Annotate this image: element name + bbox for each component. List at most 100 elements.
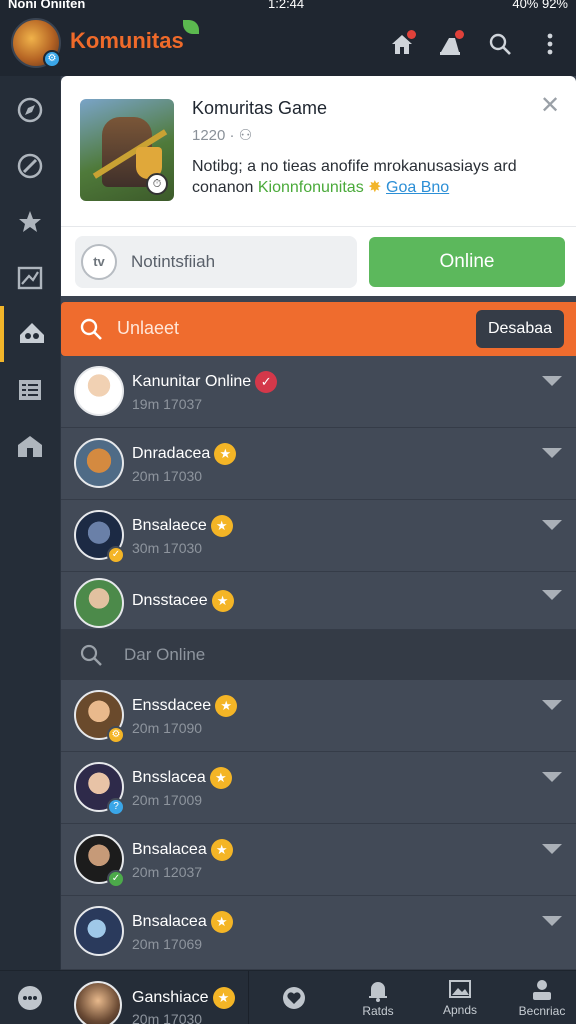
nav-label: Becnriac	[518, 1004, 566, 1018]
favorites-tab[interactable]	[262, 971, 326, 1024]
notification-text: Notintsfiiah	[131, 252, 216, 271]
list-item-sub: 30m 17030	[132, 540, 203, 556]
sidebar-item-map[interactable]	[0, 250, 60, 306]
close-icon[interactable]: ✕	[538, 94, 562, 118]
apps-tab[interactable]: Apnds	[428, 971, 492, 1024]
avatar	[74, 906, 124, 956]
star-icon	[19, 211, 41, 232]
list-item-sub: 20m 17090	[132, 720, 203, 736]
building-icon	[18, 436, 42, 457]
list-icon	[19, 380, 41, 400]
status-bar: Noni Oniiten 1:2:44 40% 92%	[0, 0, 576, 12]
sidebar-item-building[interactable]	[0, 418, 60, 474]
list-item[interactable]: Dnradacea ★ 20m 17030	[61, 428, 576, 500]
chat-tab[interactable]	[0, 971, 60, 1024]
bottom-nav: Ganshiace ★ 20m 17030 Ratds Apnds Becnria…	[0, 970, 576, 1024]
list-item-sub: 20m 17069	[132, 936, 203, 952]
rates-tab[interactable]: Ratds	[346, 971, 410, 1024]
list-item[interactable]: ⚙ Enssdacee ★ 20m 17090	[61, 680, 576, 752]
heart-badge-icon: ✓	[255, 371, 278, 393]
online-button[interactable]: Online	[369, 237, 565, 287]
search-button[interactable]: Desabaa	[476, 310, 564, 348]
avatar-badge-icon: ⚙	[43, 50, 61, 68]
sidebar-item-list[interactable]	[0, 362, 60, 418]
bell-icon	[369, 982, 387, 1002]
list-item-sub: 19m 17037	[132, 396, 203, 412]
more-icon[interactable]	[532, 26, 568, 62]
home-icon[interactable]	[384, 26, 420, 62]
search-input[interactable]: Unlaeet	[117, 318, 179, 339]
star-badge-icon: ★	[210, 839, 233, 861]
star-badge-icon: ★	[209, 767, 232, 789]
game-meta: 1220 · ⚇	[192, 126, 252, 144]
chevron-down-icon[interactable]	[540, 842, 564, 862]
members-icon: · ⚇	[229, 127, 253, 144]
search-icon[interactable]	[79, 643, 103, 667]
home-notification-dot	[407, 30, 416, 39]
list-item[interactable]: ✓ Bnsalaece ★ 30m 17030	[61, 500, 576, 572]
list-item-name: Dnradacea ★	[132, 443, 237, 465]
profile-icon	[533, 980, 551, 1000]
list-item[interactable]: Dnsstacee ★	[61, 572, 576, 630]
group-icon	[20, 323, 44, 343]
avatar	[74, 578, 124, 628]
star-badge-icon: ★	[211, 590, 234, 612]
star-badge-icon: ★	[212, 987, 235, 1009]
profile-avatar[interactable]: ⚙	[11, 18, 61, 68]
list-item-name: Ganshiace ★	[132, 987, 235, 1009]
chevron-down-icon[interactable]	[540, 446, 564, 466]
chevron-down-icon[interactable]	[540, 374, 564, 394]
avatar-status-icon: ✓	[107, 870, 125, 888]
list-item-sub: 20m 12037	[132, 864, 203, 880]
avatar-status-icon: ⚙	[107, 726, 125, 744]
list-item[interactable]: Bnsalacea ★ 20m 17069	[61, 896, 576, 970]
chat-icon	[18, 986, 42, 1010]
app-title: Komunitas	[70, 28, 184, 53]
list-item-name: Bnsslacea ★	[132, 767, 232, 789]
explore-icon	[17, 153, 43, 179]
carrier-text: Noni Oniiten	[8, 0, 86, 11]
online-search-input[interactable]: Dar Online	[124, 645, 205, 665]
nav-label: Ratds	[362, 1004, 394, 1018]
sidebar	[0, 76, 60, 970]
bottom-list-item[interactable]: Ganshiace ★ 20m 17030	[61, 971, 247, 1024]
sidebar-item-compass[interactable]	[0, 82, 60, 138]
notification-pill[interactable]: tv Notintsfiiah	[75, 236, 357, 288]
nav-divider	[248, 971, 249, 1024]
chevron-down-icon[interactable]	[540, 770, 564, 790]
download-icon[interactable]: ⏱	[146, 173, 168, 195]
avatar	[74, 366, 124, 416]
list-item-name: Bnsalacea ★	[132, 911, 233, 933]
notification-icon[interactable]	[432, 26, 468, 62]
game-thumbnail[interactable]: ⏱	[80, 99, 174, 201]
chevron-down-icon[interactable]	[540, 518, 564, 538]
list-item-name: Bnsalacea ★	[132, 839, 233, 861]
game-title: Komuritas Game	[192, 98, 328, 118]
nav-label: Apnds	[442, 1003, 478, 1017]
chevron-down-icon[interactable]	[540, 698, 564, 718]
community-link[interactable]: Kionnfonunitas	[258, 179, 364, 196]
list-item-name: Dnsstacee ★	[132, 590, 234, 612]
game-card: ⏱ Komuritas Game 1220 · ⚇ Notibg; a no t…	[61, 76, 576, 296]
list-item[interactable]: ? Bnsslacea ★ 20m 17009	[61, 752, 576, 824]
list-item-sub: 20m 17009	[132, 792, 203, 808]
sidebar-item-star[interactable]	[0, 194, 60, 250]
sidebar-item-explore[interactable]	[0, 138, 60, 194]
online-search-bar: Dar Online	[61, 630, 576, 680]
main-panel: ⏱ Komuritas Game 1220 · ⚇ Notibg; a no t…	[61, 76, 576, 970]
goa-link[interactable]: Goa Bno	[386, 179, 449, 196]
search-icon[interactable]	[79, 317, 103, 341]
avatar-status-icon: ?	[107, 798, 125, 816]
game-description: Notibg; a no tieas anofife mrokanusasiay…	[192, 156, 562, 198]
list-item[interactable]: ✓ Bnsalacea ★ 20m 12037	[61, 824, 576, 896]
chevron-down-icon[interactable]	[540, 588, 564, 608]
profile-tab[interactable]: Becnriac	[508, 971, 576, 1024]
search-icon[interactable]	[482, 26, 518, 62]
sidebar-item-group[interactable]	[0, 306, 60, 362]
member-count: 1220	[192, 127, 226, 144]
compass-icon	[17, 97, 43, 123]
avatar-status-icon: ✓	[107, 546, 125, 564]
chevron-down-icon[interactable]	[540, 914, 564, 934]
star-badge-icon: ★	[215, 695, 238, 717]
list-item[interactable]: Kanunitar Online ✓ 19m 17037	[61, 356, 576, 428]
